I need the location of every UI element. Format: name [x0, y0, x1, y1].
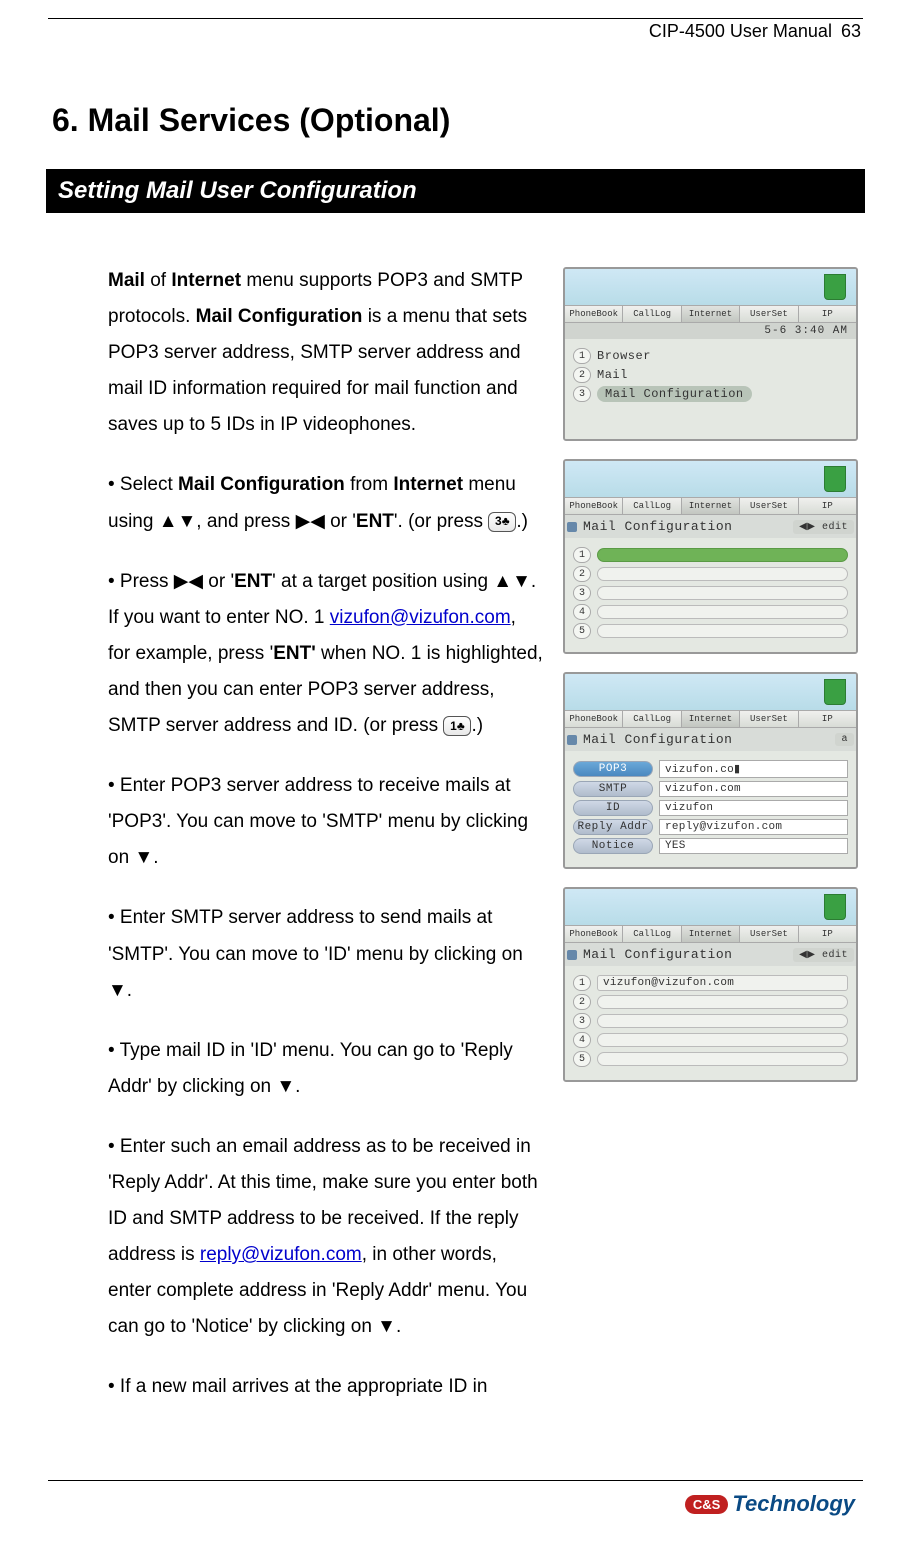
ui-tabs: PhoneBook CallLog Internet UserSet IP — [565, 305, 856, 323]
page-header: CIP-4500 User Manual 63 — [48, 21, 863, 42]
tab-phonebook: PhoneBook — [565, 306, 623, 322]
page-number: 63 — [841, 21, 861, 41]
field-pop3-value: vizufon.co▮ — [659, 760, 848, 778]
step-5: • Type mail ID in 'ID' menu. You can go … — [108, 1033, 543, 1105]
tab-userset: UserSet — [740, 306, 798, 322]
tab-calllog: CallLog — [623, 306, 681, 322]
field-reply-value: reply@vizufon.com — [659, 819, 848, 835]
beaker-icon — [824, 679, 846, 705]
field-pop3-label: POP3 — [573, 761, 653, 777]
edit-badge: ◀▶ edit — [793, 948, 854, 962]
doc-title: CIP-4500 User Manual — [649, 21, 832, 41]
logo-badge: C&S — [685, 1495, 728, 1514]
menu-browser: Browser — [597, 349, 651, 363]
clock: 5-6 3:40 AM — [565, 323, 856, 339]
field-reply-label: Reply Addr — [573, 819, 653, 835]
entry-1: vizufon@vizufon.com — [597, 975, 848, 991]
panel-title: Mail Configuration — [583, 947, 732, 962]
step-7: • If a new mail arrives at the appropria… — [108, 1369, 543, 1405]
reply-email-link[interactable]: reply@vizufon.com — [200, 1244, 362, 1265]
tab-ip: IP — [799, 306, 856, 322]
bullet-icon — [567, 950, 577, 960]
panel-title: Mail Configuration — [583, 519, 732, 534]
screenshot-mail-config-fields: PhoneBook CallLog Internet UserSet IP Ma… — [563, 672, 858, 869]
beaker-icon — [824, 466, 846, 492]
field-notice-value: YES — [659, 838, 848, 854]
screenshot-mail-config-list: PhoneBook CallLog Internet UserSet IP Ma… — [563, 459, 858, 654]
shortcut-key-1-icon: 1♣ — [443, 716, 471, 736]
step-4: • Enter SMTP server address to send mail… — [108, 900, 543, 1008]
intro-paragraph: Mail of Internet menu supports POP3 and … — [108, 263, 543, 443]
logo-text: Technology — [732, 1491, 855, 1516]
panel-title: Mail Configuration — [583, 732, 732, 747]
tab-internet: Internet — [682, 306, 740, 322]
menu-mail: Mail — [597, 368, 628, 382]
step-6: • Enter such an email address as to be r… — [108, 1129, 543, 1346]
edit-badge: ◀▶ edit — [793, 520, 854, 534]
field-smtp-label: SMTP — [573, 781, 653, 797]
footer-logo: C&STechnology — [48, 1491, 863, 1517]
step-3: • Enter POP3 server address to receive m… — [108, 768, 543, 876]
field-notice-label: Notice — [573, 838, 653, 854]
slot-1 — [597, 548, 848, 562]
shortcut-key-3-icon: 3♣ — [488, 512, 516, 532]
section-bar: Setting Mail User Configuration — [46, 169, 865, 213]
bullet-icon — [567, 735, 577, 745]
beaker-icon — [824, 274, 846, 300]
mode-badge: a — [835, 733, 854, 746]
chapter-title: 6. Mail Services (Optional) — [48, 102, 863, 139]
beaker-icon — [824, 894, 846, 920]
field-smtp-value: vizufon.com — [659, 781, 848, 797]
step-2: • Press ▶◀ or 'ENT' at a target position… — [108, 564, 543, 744]
field-id-label: ID — [573, 800, 653, 816]
screenshot-internet-menu: PhoneBook CallLog Internet UserSet IP 5-… — [563, 267, 858, 441]
step-1: • Select Mail Configuration from Interne… — [108, 467, 543, 539]
menu-mail-configuration: Mail Configuration — [597, 386, 752, 402]
bullet-icon — [567, 522, 577, 532]
field-id-value: vizufon — [659, 800, 848, 816]
screenshot-mail-config-entry: PhoneBook CallLog Internet UserSet IP Ma… — [563, 887, 858, 1082]
example-email-link[interactable]: vizufon@vizufon.com — [330, 607, 511, 628]
